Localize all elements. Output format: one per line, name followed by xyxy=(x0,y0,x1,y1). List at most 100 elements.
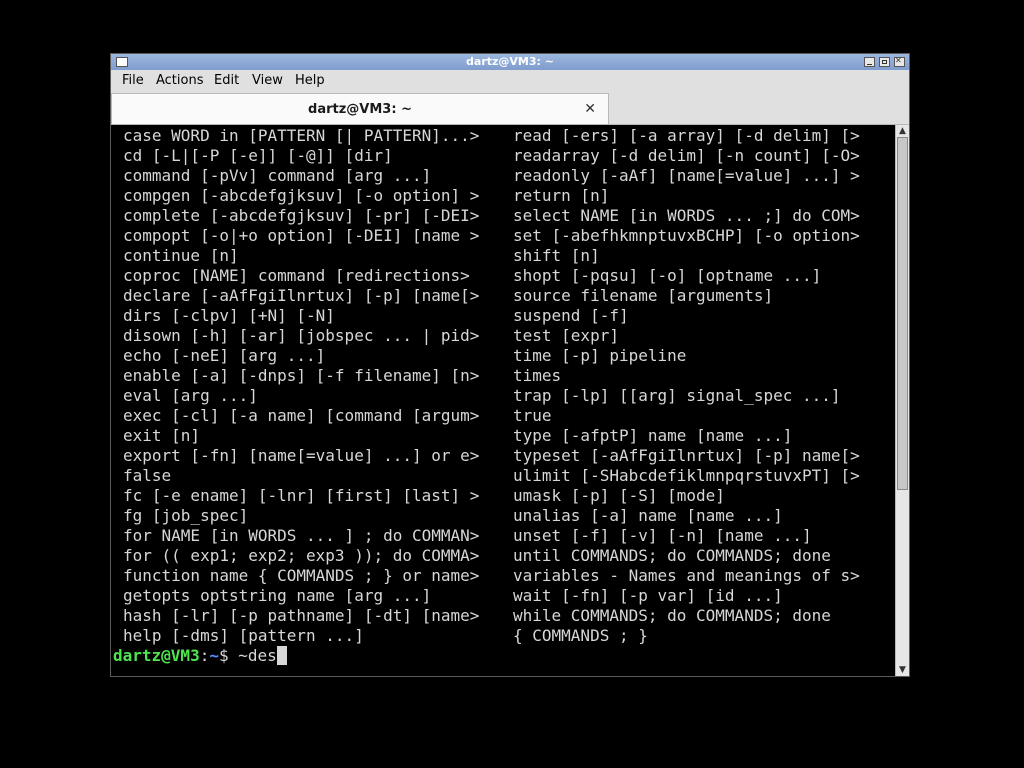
help-right: source filename [arguments] xyxy=(513,286,774,305)
vertical-scrollbar[interactable]: ▲ ▼ xyxy=(895,125,909,676)
help-right: variables - Names and meanings of s> xyxy=(513,566,860,585)
menu-item-file[interactable]: File xyxy=(122,70,144,92)
help-row: case WORD in [PATTERN [| PATTERN]...> rea… xyxy=(111,126,895,146)
help-row: hash [-lr] [-p pathname] [-dt] [name> whi… xyxy=(111,606,895,626)
help-row: eval [arg ...] trap [-lp] [[arg] signal_s… xyxy=(111,386,895,406)
help-row: enable [-a] [-dnps] [-f filename] [n> tim… xyxy=(111,366,895,386)
minimize-button[interactable] xyxy=(864,57,875,67)
text-cursor[interactable] xyxy=(276,646,287,665)
help-left: export [-fn] [name[=value] ...] or e> xyxy=(123,446,480,465)
help-row: declare [-aAfFgiIlnrtux] [-p] [name[> sou… xyxy=(111,286,895,306)
help-right: read [-ers] [-a array] [-d delim] [> xyxy=(513,126,860,145)
help-right: type [-afptP] name [name ...] xyxy=(513,426,793,445)
help-row: dirs [-clpv] [+N] [-N] suspend [-f] xyxy=(111,306,895,326)
maximize-button[interactable] xyxy=(879,57,890,67)
help-right: readonly [-aAf] [name[=value] ...] > xyxy=(513,166,860,185)
scroll-thumb[interactable] xyxy=(897,137,908,491)
help-row: command [-pVv] command [arg ...] readonly… xyxy=(111,166,895,186)
help-row: exec [-cl] [-a name] [command [argum> tru… xyxy=(111,406,895,426)
help-left: eval [arg ...] xyxy=(123,386,258,405)
terminal-area: case WORD in [PATTERN [| PATTERN]...> rea… xyxy=(111,125,909,676)
prompt-path: ~ xyxy=(209,646,219,665)
menu-item-help[interactable]: Help xyxy=(295,70,325,92)
help-right: true xyxy=(513,406,552,425)
menu-bar: File Actions Edit View Help xyxy=(111,70,909,92)
help-left: for (( exp1; exp2; exp3 )); do COMMA> xyxy=(123,546,480,565)
tab-close-button[interactable]: ✕ xyxy=(584,94,596,125)
help-row: compopt [-o|+o option] [-DEI] [name > set… xyxy=(111,226,895,246)
help-row: help [-dms] [pattern ...] { COMMANDS ; } xyxy=(111,626,895,646)
terminal-screen[interactable]: case WORD in [PATTERN [| PATTERN]...> rea… xyxy=(111,125,895,676)
help-row: export [-fn] [name[=value] ...] or e> typ… xyxy=(111,446,895,466)
scroll-down-arrow[interactable]: ▼ xyxy=(896,664,909,676)
help-row: echo [-neE] [arg ...] time [-p] pipeline xyxy=(111,346,895,366)
tab-active[interactable]: dartz@VM3: ~ ✕ xyxy=(111,93,609,124)
help-row: for NAME [in WORDS ... ] ; do COMMAN> uns… xyxy=(111,526,895,546)
help-left: disown [-h] [-ar] [jobspec ... | pid> xyxy=(123,326,480,345)
help-row: coproc [NAME] command [redirections> shop… xyxy=(111,266,895,286)
help-output: case WORD in [PATTERN [| PATTERN]...> rea… xyxy=(111,126,895,646)
help-right: until COMMANDS; do COMMANDS; done xyxy=(513,546,831,565)
help-row: false ulimit [-SHabcdefiklmnpqrstuvxPT] [… xyxy=(111,466,895,486)
help-left: function name { COMMANDS ; } or name> xyxy=(123,566,480,585)
menu-item-view[interactable]: View xyxy=(252,70,283,92)
help-right: set [-abefhkmnptuvxBCHP] [-o option> xyxy=(513,226,860,245)
prompt-separator: : xyxy=(199,646,210,665)
scroll-track[interactable] xyxy=(896,137,909,664)
help-left: command [-pVv] command [arg ...] xyxy=(123,166,432,185)
title-bar[interactable]: dartz@VM3: ~ xyxy=(111,54,909,70)
tab-title: dartz@VM3: ~ xyxy=(308,102,412,117)
help-left: echo [-neE] [arg ...] xyxy=(123,346,326,365)
window-title: dartz@VM3: ~ xyxy=(466,55,554,68)
terminal-window: dartz@VM3: ~ File Actions Edit View Help… xyxy=(110,53,910,677)
help-right: umask [-p] [-S] [mode] xyxy=(513,486,725,505)
typed-input[interactable]: ~des xyxy=(238,646,277,665)
help-left: compgen [-abcdefgjksuv] [-o option] > xyxy=(123,186,480,205)
help-row: exit [n] type [-afptP] name [name ...] xyxy=(111,426,895,446)
help-row: function name { COMMANDS ; } or name> var… xyxy=(111,566,895,586)
help-left: coproc [NAME] command [redirections> xyxy=(123,266,470,285)
help-left: getopts optstring name [arg ...] xyxy=(123,586,432,605)
prompt-user-host: dartz@VM3 xyxy=(113,646,200,665)
help-left: hash [-lr] [-p pathname] [-dt] [name> xyxy=(123,606,480,625)
help-row: compgen [-abcdefgjksuv] [-o option] > ret… xyxy=(111,186,895,206)
help-right: { COMMANDS ; } xyxy=(513,626,648,645)
help-row: complete [-abcdefgjksuv] [-pr] [-DEI> sel… xyxy=(111,206,895,226)
help-left: false xyxy=(123,466,172,485)
help-right: times xyxy=(513,366,562,385)
help-left: help [-dms] [pattern ...] xyxy=(123,626,364,645)
help-row: getopts optstring name [arg ...] wait [-f… xyxy=(111,586,895,606)
help-right: typeset [-aAfFgiIlnrtux] [-p] name[> xyxy=(513,446,860,465)
help-left: case WORD in [PATTERN [| PATTERN]...> xyxy=(123,126,480,145)
help-left: dirs [-clpv] [+N] [-N] xyxy=(123,306,335,325)
help-row: continue [n] shift [n] xyxy=(111,246,895,266)
help-right: trap [-lp] [[arg] signal_spec ...] xyxy=(513,386,841,405)
help-right: select NAME [in WORDS ... ;] do COM> xyxy=(513,206,860,225)
help-left: cd [-L|[-P [-e]] [-@]] [dir] xyxy=(123,146,393,165)
help-right: readarray [-d delim] [-n count] [-O> xyxy=(513,146,860,165)
help-left: complete [-abcdefgjksuv] [-pr] [-DEI> xyxy=(123,206,480,225)
help-right: unalias [-a] name [name ...] xyxy=(513,506,783,525)
help-right: unset [-f] [-v] [-n] [name ...] xyxy=(513,526,812,545)
scroll-up-arrow[interactable]: ▲ xyxy=(896,125,909,137)
menu-item-actions[interactable]: Actions xyxy=(156,70,204,92)
help-row: for (( exp1; exp2; exp3 )); do COMMA> unt… xyxy=(111,546,895,566)
help-left: exit [n] xyxy=(123,426,201,445)
prompt-symbol: $ xyxy=(218,646,239,665)
close-button[interactable] xyxy=(894,56,905,67)
help-left: compopt [-o|+o option] [-DEI] [name > xyxy=(123,226,480,245)
help-row: cd [-L|[-P [-e]] [-@]] [dir] readarray [-… xyxy=(111,146,895,166)
tab-bar: dartz@VM3: ~ ✕ xyxy=(111,92,909,125)
help-right: shift [n] xyxy=(513,246,600,265)
help-left: enable [-a] [-dnps] [-f filename] [n> xyxy=(123,366,480,385)
help-row: fg [job_spec] unalias [-a] name [name ...… xyxy=(111,506,895,526)
help-right: shopt [-pqsu] [-o] [optname ...] xyxy=(513,266,822,285)
help-right: test [expr] xyxy=(513,326,619,345)
help-left: continue [n] xyxy=(123,246,239,265)
help-right: ulimit [-SHabcdefiklmnpqrstuvxPT] [> xyxy=(513,466,860,485)
prompt-line: dartz@VM3:~$ ~des xyxy=(113,646,287,666)
help-row: disown [-h] [-ar] [jobspec ... | pid> tes… xyxy=(111,326,895,346)
help-left: fg [job_spec] xyxy=(123,506,249,525)
help-right: time [-p] pipeline xyxy=(513,346,687,365)
menu-item-edit[interactable]: Edit xyxy=(214,70,239,92)
